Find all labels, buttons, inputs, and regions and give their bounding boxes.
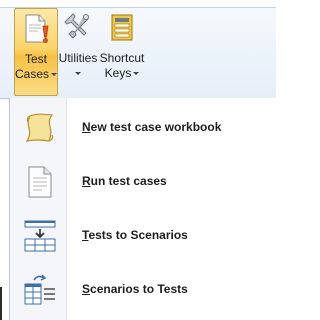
tools-icon — [64, 13, 89, 39]
ribbon-top-edge — [0, 0, 276, 8]
shortcut-keys-label-text: Keys — [104, 66, 132, 80]
test-cases-dropdown-menu: New test case workbook Run test cases Te… — [9, 98, 277, 320]
menu-item-label: Scenarios to Tests — [82, 282, 188, 296]
ribbon: Test Cases Utilities Shortcut Keys — [0, 0, 276, 99]
document-warning-icon — [25, 14, 49, 43]
shortcut-keys-button[interactable]: Shortcut Keys — [100, 8, 144, 96]
utilities-button[interactable]: Utilities — [56, 8, 100, 96]
scroll-icon — [25, 113, 54, 142]
shortcut-keys-label-line2: Keys — [96, 66, 148, 81]
shortcut-keys-label-line1: Shortcut — [99, 51, 145, 65]
menu-item-tests-to-scenarios[interactable]: Tests to Scenarios — [10, 210, 277, 262]
menu-item-label: Run test cases — [82, 174, 167, 188]
chevron-down-icon — [75, 72, 81, 76]
menu-item-scenarios-to-tests[interactable]: Scenarios to Tests — [10, 264, 277, 316]
menu-item-new-test-case-workbook[interactable]: New test case workbook — [10, 102, 277, 154]
test-cases-label-text: Cases — [14, 67, 49, 81]
shortcut-keys-label: Shortcut Keys — [96, 51, 148, 81]
text-cursor — [0, 287, 2, 320]
scenarios-to-tests-icon — [24, 274, 55, 305]
tests-to-scenarios-icon — [24, 220, 56, 252]
menu-item-label: New test case workbook — [82, 120, 222, 134]
shortcut-keys-icon — [111, 14, 133, 41]
chevron-down-icon — [133, 72, 140, 76]
document-icon — [28, 166, 52, 198]
menu-item-run-test-cases[interactable]: Run test cases — [10, 156, 277, 208]
menu-item-label: Tests to Scenarios — [82, 228, 188, 242]
